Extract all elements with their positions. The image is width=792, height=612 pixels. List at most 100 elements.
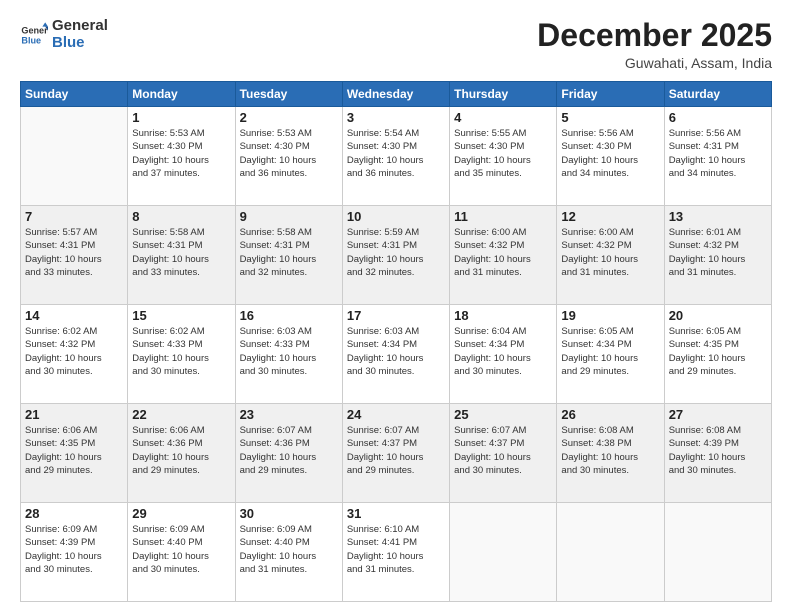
calendar-cell: 9 Sunrise: 5:58 AM Sunset: 4:31 PM Daylig… [235,206,342,305]
day-number: 19 [561,308,659,323]
calendar-cell: 7 Sunrise: 5:57 AM Sunset: 4:31 PM Daylig… [21,206,128,305]
svg-text:Blue: Blue [21,35,41,45]
day-number: 15 [132,308,230,323]
day-info: Sunrise: 6:06 AM Sunset: 4:36 PM Dayligh… [132,424,230,477]
calendar-cell: 3Sunrise: 5:54 AM Sunset: 4:30 PM Daylig… [342,107,449,206]
calendar-cell: 30 Sunrise: 6:09 AM Sunset: 4:40 PM Dayli… [235,503,342,602]
day-number: 11 [454,209,552,224]
day-number: 25 [454,407,552,422]
calendar-cell: 21 Sunrise: 6:06 AM Sunset: 4:35 PM Dayli… [21,404,128,503]
calendar-cell: 24 Sunrise: 6:07 AM Sunset: 4:37 PM Dayli… [342,404,449,503]
calendar-cell: 17 Sunrise: 6:03 AM Sunset: 4:34 PM Dayli… [342,305,449,404]
calendar-week-row-4: 21 Sunrise: 6:06 AM Sunset: 4:35 PM Dayli… [21,404,772,503]
weekday-header-friday: Friday [557,82,664,107]
calendar-cell [21,107,128,206]
logo-blue: Blue [52,35,108,52]
day-info: Sunrise: 5:54 AM Sunset: 4:30 PM Dayligh… [347,127,445,180]
day-info: Sunrise: 6:02 AM Sunset: 4:32 PM Dayligh… [25,325,123,378]
day-number: 30 [240,506,338,521]
day-info: Sunrise: 6:03 AM Sunset: 4:33 PM Dayligh… [240,325,338,378]
day-info: Sunrise: 6:07 AM Sunset: 4:36 PM Dayligh… [240,424,338,477]
calendar-cell: 15 Sunrise: 6:02 AM Sunset: 4:33 PM Dayli… [128,305,235,404]
day-number: 6 [669,110,767,125]
title-block: December 2025 Guwahati, Assam, India [537,18,772,71]
day-number: 31 [347,506,445,521]
month-year-title: December 2025 [537,18,772,53]
day-number: 27 [669,407,767,422]
day-number: 4 [454,110,552,125]
day-number: 18 [454,308,552,323]
day-number: 24 [347,407,445,422]
calendar-cell: 8 Sunrise: 5:58 AM Sunset: 4:31 PM Daylig… [128,206,235,305]
calendar-week-row-2: 7 Sunrise: 5:57 AM Sunset: 4:31 PM Daylig… [21,206,772,305]
day-info: Sunrise: 6:02 AM Sunset: 4:33 PM Dayligh… [132,325,230,378]
calendar-page: General Blue General Blue December 2025 … [0,0,792,612]
calendar-cell: 10Sunrise: 5:59 AM Sunset: 4:31 PM Dayli… [342,206,449,305]
location-subtitle: Guwahati, Assam, India [537,55,772,71]
day-info: Sunrise: 5:56 AM Sunset: 4:30 PM Dayligh… [561,127,659,180]
day-number: 29 [132,506,230,521]
calendar-cell: 18Sunrise: 6:04 AM Sunset: 4:34 PM Dayli… [450,305,557,404]
day-info: Sunrise: 6:06 AM Sunset: 4:35 PM Dayligh… [25,424,123,477]
calendar-cell: 6 Sunrise: 5:56 AM Sunset: 4:31 PM Daylig… [664,107,771,206]
calendar-cell: 23 Sunrise: 6:07 AM Sunset: 4:36 PM Dayli… [235,404,342,503]
calendar-cell [664,503,771,602]
day-info: Sunrise: 6:10 AM Sunset: 4:41 PM Dayligh… [347,523,445,576]
day-number: 17 [347,308,445,323]
weekday-header-row: SundayMondayTuesdayWednesdayThursdayFrid… [21,82,772,107]
calendar-cell [450,503,557,602]
day-info: Sunrise: 6:00 AM Sunset: 4:32 PM Dayligh… [454,226,552,279]
day-info: Sunrise: 6:08 AM Sunset: 4:39 PM Dayligh… [669,424,767,477]
calendar-cell [557,503,664,602]
calendar-cell: 27 Sunrise: 6:08 AM Sunset: 4:39 PM Dayli… [664,404,771,503]
calendar-table: SundayMondayTuesdayWednesdayThursdayFrid… [20,81,772,602]
day-number: 10 [347,209,445,224]
calendar-cell: 25Sunrise: 6:07 AM Sunset: 4:37 PM Dayli… [450,404,557,503]
day-info: Sunrise: 6:09 AM Sunset: 4:39 PM Dayligh… [25,523,123,576]
day-number: 22 [132,407,230,422]
day-number: 5 [561,110,659,125]
day-info: Sunrise: 6:01 AM Sunset: 4:32 PM Dayligh… [669,226,767,279]
day-info: Sunrise: 6:07 AM Sunset: 4:37 PM Dayligh… [347,424,445,477]
day-number: 9 [240,209,338,224]
day-info: Sunrise: 6:09 AM Sunset: 4:40 PM Dayligh… [132,523,230,576]
calendar-cell: 2Sunrise: 5:53 AM Sunset: 4:30 PM Daylig… [235,107,342,206]
calendar-cell: 1Sunrise: 5:53 AM Sunset: 4:30 PM Daylig… [128,107,235,206]
day-info: Sunrise: 5:53 AM Sunset: 4:30 PM Dayligh… [132,127,230,180]
day-number: 7 [25,209,123,224]
header: General Blue General Blue December 2025 … [20,18,772,71]
calendar-cell: 26Sunrise: 6:08 AM Sunset: 4:38 PM Dayli… [557,404,664,503]
calendar-week-row-5: 28 Sunrise: 6:09 AM Sunset: 4:39 PM Dayli… [21,503,772,602]
day-info: Sunrise: 6:05 AM Sunset: 4:35 PM Dayligh… [669,325,767,378]
day-info: Sunrise: 5:56 AM Sunset: 4:31 PM Dayligh… [669,127,767,180]
day-number: 23 [240,407,338,422]
day-number: 12 [561,209,659,224]
calendar-cell: 4Sunrise: 5:55 AM Sunset: 4:30 PM Daylig… [450,107,557,206]
logo-general: General [52,18,108,35]
weekday-header-thursday: Thursday [450,82,557,107]
day-info: Sunrise: 5:58 AM Sunset: 4:31 PM Dayligh… [240,226,338,279]
logo-icon: General Blue [20,21,48,49]
calendar-cell: 31 Sunrise: 6:10 AM Sunset: 4:41 PM Dayli… [342,503,449,602]
weekday-header-wednesday: Wednesday [342,82,449,107]
day-info: Sunrise: 5:57 AM Sunset: 4:31 PM Dayligh… [25,226,123,279]
calendar-cell: 5 Sunrise: 5:56 AM Sunset: 4:30 PM Daylig… [557,107,664,206]
day-number: 26 [561,407,659,422]
calendar-cell: 22 Sunrise: 6:06 AM Sunset: 4:36 PM Dayli… [128,404,235,503]
day-info: Sunrise: 6:09 AM Sunset: 4:40 PM Dayligh… [240,523,338,576]
day-number: 13 [669,209,767,224]
day-number: 28 [25,506,123,521]
weekday-header-tuesday: Tuesday [235,82,342,107]
day-number: 2 [240,110,338,125]
day-info: Sunrise: 5:58 AM Sunset: 4:31 PM Dayligh… [132,226,230,279]
calendar-cell: 13 Sunrise: 6:01 AM Sunset: 4:32 PM Dayli… [664,206,771,305]
day-info: Sunrise: 6:03 AM Sunset: 4:34 PM Dayligh… [347,325,445,378]
calendar-cell: 12 Sunrise: 6:00 AM Sunset: 4:32 PM Dayli… [557,206,664,305]
day-number: 21 [25,407,123,422]
day-number: 16 [240,308,338,323]
calendar-week-row-3: 14Sunrise: 6:02 AM Sunset: 4:32 PM Dayli… [21,305,772,404]
day-number: 8 [132,209,230,224]
day-info: Sunrise: 6:00 AM Sunset: 4:32 PM Dayligh… [561,226,659,279]
logo: General Blue General Blue [20,18,108,51]
calendar-cell: 14Sunrise: 6:02 AM Sunset: 4:32 PM Dayli… [21,305,128,404]
